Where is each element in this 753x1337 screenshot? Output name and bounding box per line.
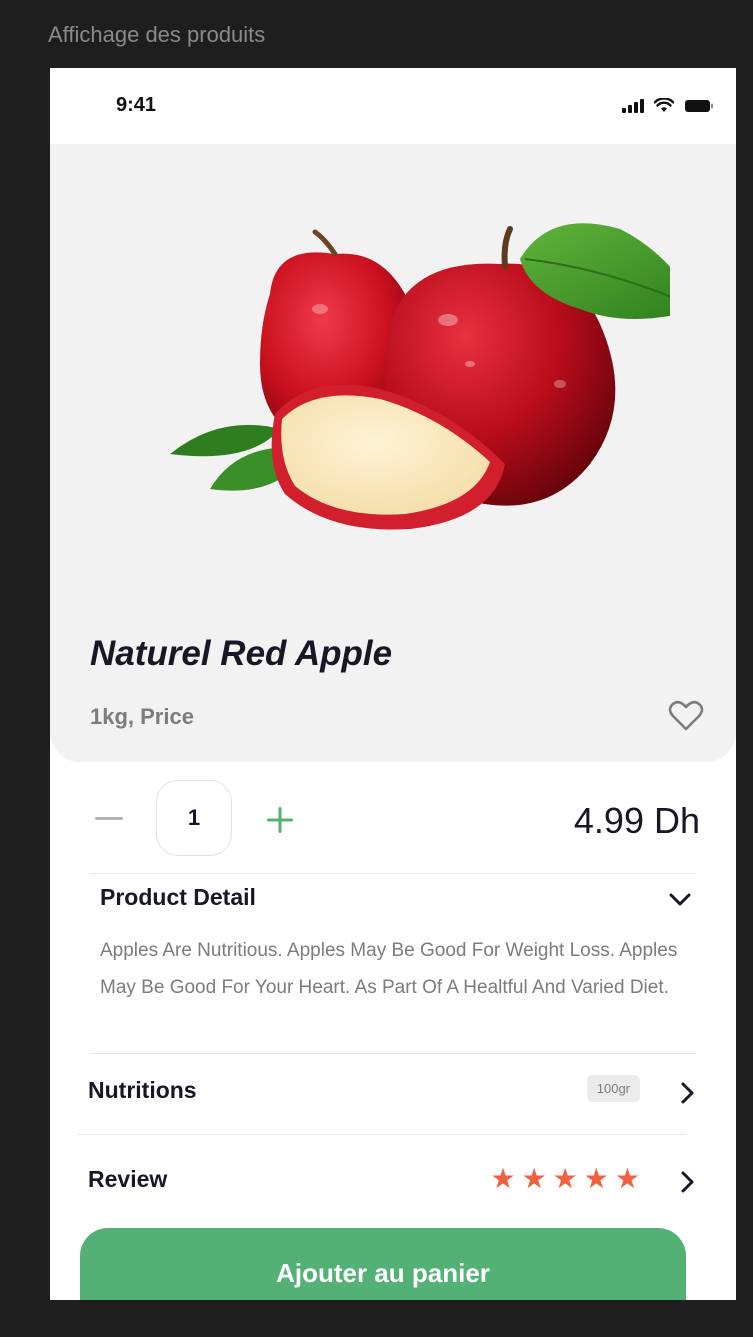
star-icon: ★: [490, 1163, 516, 1194]
signal-icon: [622, 98, 644, 113]
status-icons: [622, 98, 714, 113]
favorite-button[interactable]: [666, 696, 706, 736]
minus-icon: [95, 817, 123, 820]
increase-quantity-button[interactable]: [264, 804, 296, 836]
star-icon: ★: [521, 1163, 547, 1194]
frame-label: Affichage des produits: [48, 22, 266, 47]
decrease-quantity-button[interactable]: [94, 804, 124, 834]
chevron-down-icon: [669, 893, 691, 906]
quantity-value: 1: [156, 780, 232, 856]
heart-outline-icon: [668, 700, 704, 731]
review-label: Review: [88, 1166, 168, 1192]
phone-screen: 9:41 Naturel Red Apple 1kg, Price 1 4.99…: [50, 68, 736, 1300]
plus-icon: [267, 807, 293, 833]
product-title: Naturel Red Apple: [90, 634, 393, 673]
chevron-right-icon: [681, 1082, 694, 1104]
review-stars: ★ ★ ★ ★ ★: [490, 1162, 640, 1196]
status-time: 9:41: [116, 94, 157, 116]
quantity-row: 1 4.99 Dh: [90, 778, 700, 858]
product-detail-text: Apples Are Nutritious. Apples May Be Goo…: [100, 940, 678, 998]
nutritions-chevron: [674, 1079, 702, 1107]
review-chevron: [674, 1168, 702, 1196]
nutritions-badge: 100gr: [586, 1075, 640, 1102]
product-price: 4.99 Dh: [573, 800, 700, 841]
add-to-cart-button[interactable]: Ajouter au panier: [80, 1228, 686, 1300]
battery-icon: [685, 99, 713, 112]
review-row[interactable]: Review ★ ★ ★ ★ ★: [88, 1142, 702, 1222]
wifi-icon: [654, 98, 674, 112]
chevron-right-icon: [681, 1171, 694, 1193]
product-hero: Naturel Red Apple 1kg, Price: [50, 144, 736, 762]
product-image: [170, 223, 670, 530]
star-icon: ★: [614, 1163, 640, 1194]
star-icon: ★: [552, 1163, 578, 1194]
nutritions-row[interactable]: Nutritions 100gr: [88, 1053, 702, 1133]
status-bar: 9:41: [50, 68, 736, 144]
divider: [90, 873, 696, 874]
divider: [78, 1134, 686, 1135]
product-detail-title: Product Detail: [100, 884, 256, 910]
product-detail-toggle[interactable]: [666, 886, 694, 914]
star-icon: ★: [583, 1163, 609, 1194]
nutritions-label: Nutritions: [88, 1077, 197, 1103]
product-subtitle: 1kg, Price: [90, 704, 194, 729]
